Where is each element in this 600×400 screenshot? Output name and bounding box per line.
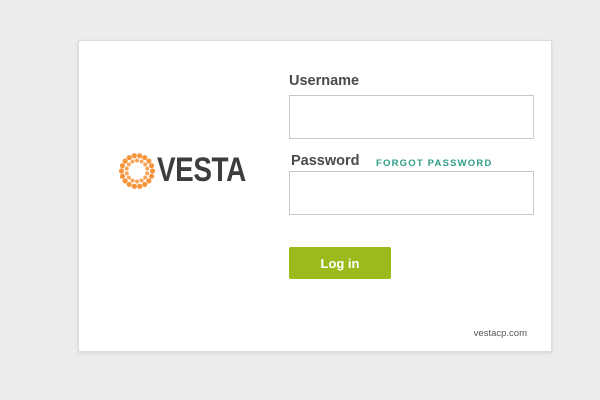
logo-dot xyxy=(126,175,131,180)
logo-dot xyxy=(142,154,148,161)
logo-dot xyxy=(143,162,148,167)
logo-dot xyxy=(130,178,135,183)
logo-dot xyxy=(122,178,128,184)
logo-dot xyxy=(130,159,135,164)
vesta-logo: VESTA xyxy=(118,150,246,192)
login-button[interactable]: Log in xyxy=(289,247,391,279)
logo-dot xyxy=(118,168,125,174)
logo-dot xyxy=(126,154,132,161)
forgot-password-link[interactable]: FORGOT PASSWORD xyxy=(376,158,493,169)
sunburst-ring-icon xyxy=(118,153,156,189)
logo-dot xyxy=(126,181,132,188)
logo-dot xyxy=(145,171,150,176)
logo-wordmark: VESTA xyxy=(157,151,246,189)
logo-dot xyxy=(148,173,155,179)
logo-dot xyxy=(131,183,137,189)
logo-dot xyxy=(149,168,156,174)
password-label: Password xyxy=(291,153,360,169)
logo-dot xyxy=(146,178,152,184)
logo-dot xyxy=(145,166,150,171)
logo-dot xyxy=(142,181,148,188)
logo-dot xyxy=(135,158,139,163)
username-input[interactable] xyxy=(289,95,534,139)
logo-dot xyxy=(137,183,143,189)
logo-dot xyxy=(119,173,126,179)
logo-dot xyxy=(135,179,139,184)
password-input[interactable] xyxy=(289,171,534,215)
logo-dot xyxy=(148,163,155,169)
logo-dot xyxy=(137,153,143,159)
logo-dot xyxy=(143,175,148,180)
logo-dot xyxy=(139,178,144,183)
logo-dot xyxy=(146,158,152,164)
logo-dot xyxy=(139,159,144,164)
logo-dot xyxy=(119,163,126,169)
username-label: Username xyxy=(289,73,360,89)
login-card: VESTA Username Password FORGOT PASSWORD … xyxy=(78,40,552,352)
logo-dot xyxy=(122,158,128,164)
logo-dot xyxy=(131,153,137,159)
vestacp-link[interactable]: vestacp.com xyxy=(474,328,527,339)
logo-dot xyxy=(124,171,129,176)
logo-dot xyxy=(126,162,131,167)
logo-dot xyxy=(124,166,129,171)
